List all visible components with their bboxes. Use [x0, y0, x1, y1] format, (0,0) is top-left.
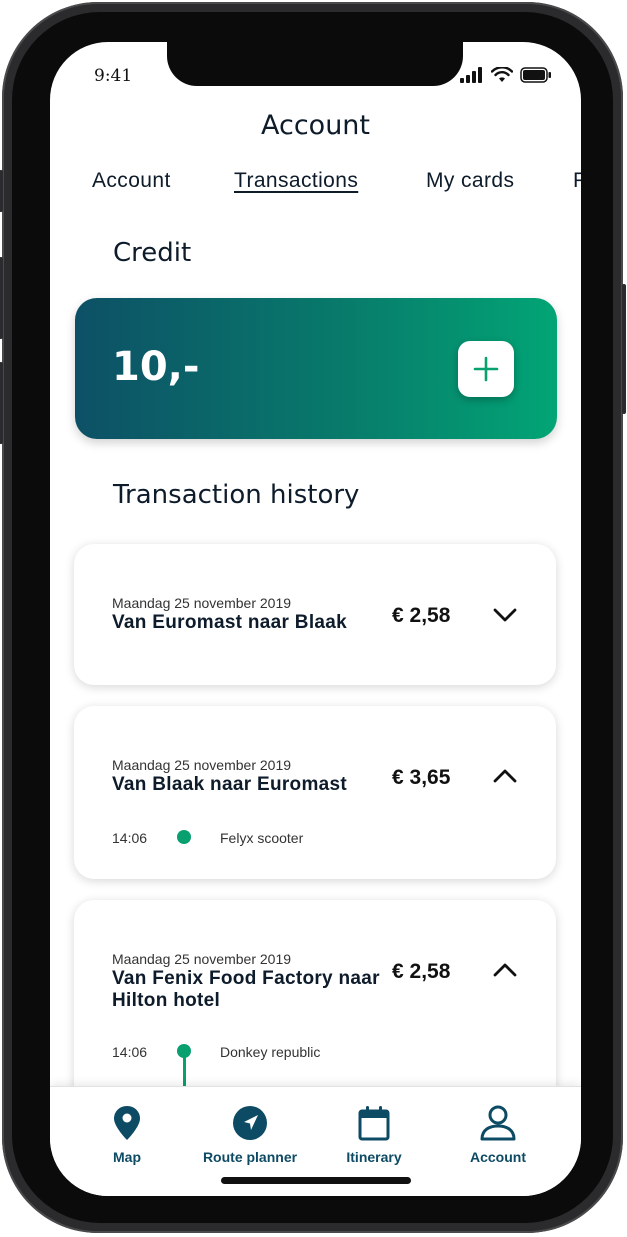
transaction-date: Maandag 25 november 2019 [112, 757, 292, 773]
transaction-history-title: Transaction history [113, 480, 360, 510]
tab-transactions[interactable]: Transactions [234, 169, 358, 193]
segment-provider: Felyx scooter [220, 830, 304, 846]
nav-route-planner-label: Route planner [202, 1149, 298, 1165]
nav-account-label: Account [470, 1149, 526, 1165]
transaction-route: Van Blaak naar Euromast [112, 774, 348, 795]
signal-icon [460, 67, 482, 83]
transaction-route: Van Fenix Food Factory naar Hilton hotel [112, 968, 380, 1011]
wifi-icon [491, 67, 513, 82]
notch [167, 42, 463, 86]
home-indicator[interactable] [221, 1177, 411, 1184]
transaction-price: € 2,58 [392, 960, 451, 983]
map-pin-icon [114, 1106, 140, 1140]
transaction-price: € 3,65 [392, 766, 451, 789]
nav-map[interactable]: Map [62, 1105, 192, 1165]
nav-itinerary[interactable]: Itinerary [309, 1105, 439, 1165]
nav-account[interactable]: Account [433, 1105, 563, 1165]
segment-provider: Donkey republic [220, 1044, 321, 1060]
credit-amount: 10,- [112, 344, 200, 390]
segment-time: 14:06 [112, 830, 148, 846]
chevron-down-icon[interactable] [492, 606, 518, 624]
segment-dot [177, 830, 191, 844]
transaction-price: € 2,58 [392, 604, 451, 627]
tab-account[interactable]: Account [92, 169, 171, 193]
volume-up-button [0, 257, 3, 339]
page-title: Account [260, 110, 370, 141]
phone-frame: 9:41 Account Account Transactions My car… [0, 2, 626, 1233]
volume-down-button [0, 362, 3, 444]
user-icon [480, 1105, 516, 1141]
chevron-up-icon[interactable] [492, 767, 518, 785]
status-time: 9:41 [94, 66, 133, 86]
transaction-card[interactable]: Maandag 25 november 2019 Van Blaak naar … [74, 706, 556, 879]
mute-switch [0, 170, 3, 212]
transaction-date: Maandag 25 november 2019 [112, 951, 292, 967]
nav-itinerary-label: Itinerary [346, 1149, 402, 1165]
transaction-route: Van Euromast naar Blaak [112, 612, 348, 633]
compass-navigation-icon [233, 1106, 267, 1140]
app-screen: 9:41 Account Account Transactions My car… [50, 42, 581, 1196]
chevron-up-icon[interactable] [492, 961, 518, 979]
battery-icon [520, 67, 551, 83]
transaction-date: Maandag 25 november 2019 [112, 595, 292, 611]
segment-time: 14:06 [112, 1044, 148, 1060]
power-button [622, 284, 626, 414]
credit-title: Credit [113, 238, 192, 268]
credit-card: 10,- [75, 298, 557, 439]
calendar-icon [358, 1106, 390, 1141]
nav-route-planner[interactable]: Route planner [185, 1105, 315, 1165]
tab-overflow[interactable]: P [573, 169, 581, 193]
transaction-card[interactable]: Maandag 25 november 2019 Van Euromast na… [74, 544, 556, 685]
add-credit-button[interactable] [458, 341, 514, 397]
nav-map-label: Map [113, 1149, 141, 1165]
plus-icon [473, 356, 499, 382]
tab-my-cards[interactable]: My cards [426, 169, 514, 193]
